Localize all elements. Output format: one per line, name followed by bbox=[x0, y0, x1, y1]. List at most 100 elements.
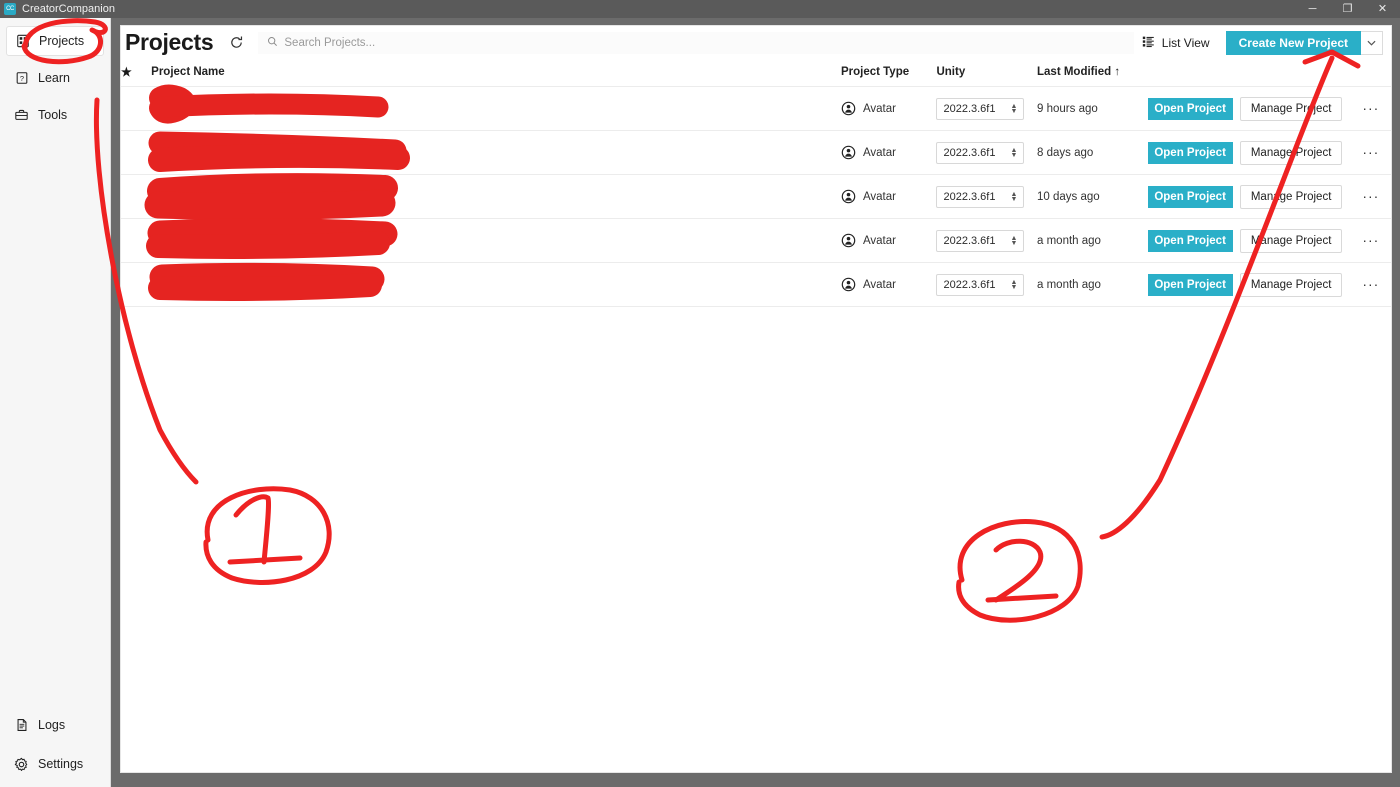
sidebar-item-learn[interactable]: ? Learn bbox=[6, 63, 104, 93]
more-options-cell: ··· bbox=[1350, 130, 1391, 175]
column-header-project-type[interactable]: Project Type bbox=[840, 59, 937, 87]
more-options-icon[interactable]: ··· bbox=[1362, 144, 1379, 160]
favorite-star-cell[interactable] bbox=[121, 218, 152, 263]
unity-version-cell[interactable]: 2022.3.6f1 ▲ ▼ bbox=[936, 218, 1038, 263]
favorite-star-cell[interactable] bbox=[121, 174, 152, 219]
page-title: Projects bbox=[125, 29, 214, 55]
close-button[interactable]: ✕ bbox=[1365, 0, 1400, 18]
manage-project-button[interactable]: Manage Project bbox=[1240, 228, 1343, 253]
document-icon bbox=[14, 718, 29, 733]
search-input[interactable] bbox=[284, 36, 1133, 49]
project-type-cell: Avatar bbox=[840, 86, 937, 131]
last-modified-cell: 10 days ago bbox=[1037, 174, 1148, 219]
window-controls: ─ ❐ ✕ bbox=[1295, 0, 1400, 18]
open-project-cell: Open Project bbox=[1147, 218, 1241, 263]
table-row[interactable]: Avatar 2022.3.6f1 ▲ ▼ a month ago Open Projec… bbox=[121, 262, 1391, 307]
favorite-star-cell[interactable] bbox=[121, 130, 152, 175]
refresh-icon[interactable] bbox=[226, 33, 246, 53]
open-project-button[interactable]: Open Project bbox=[1147, 273, 1233, 296]
favorite-star-cell[interactable] bbox=[121, 86, 152, 131]
unity-version-value: 2022.3.6f1 bbox=[943, 234, 996, 247]
manage-project-button[interactable]: Manage Project bbox=[1240, 184, 1343, 209]
sidebar-item-settings[interactable]: Settings bbox=[6, 749, 104, 779]
last-modified-cell: 8 days ago bbox=[1037, 130, 1148, 175]
unity-version-cell[interactable]: 2022.3.6f1 ▲ ▼ bbox=[936, 262, 1038, 307]
last-modified-cell: a month ago bbox=[1037, 218, 1148, 263]
sidebar-bottom-group: Logs Settings bbox=[0, 702, 110, 779]
column-header-star[interactable]: ★ bbox=[121, 59, 152, 87]
more-options-icon[interactable]: ··· bbox=[1362, 276, 1379, 292]
unity-version-value: 2022.3.6f1 bbox=[943, 190, 996, 203]
more-options-icon[interactable]: ··· bbox=[1362, 188, 1379, 204]
unity-version-select[interactable]: 2022.3.6f1 ▲ ▼ bbox=[936, 97, 1025, 120]
unity-version-select[interactable]: 2022.3.6f1 ▲ ▼ bbox=[936, 185, 1025, 208]
last-modified-cell: 9 hours ago bbox=[1037, 86, 1148, 131]
project-name-cell bbox=[151, 218, 841, 263]
question-box-icon: ? bbox=[14, 71, 29, 86]
unity-version-select[interactable]: 2022.3.6f1 ▲ ▼ bbox=[936, 273, 1025, 296]
manage-project-cell: Manage Project bbox=[1240, 130, 1351, 175]
last-modified-label: Last Modified bbox=[1037, 66, 1112, 78]
open-project-cell: Open Project bbox=[1147, 262, 1241, 307]
application-window: CC CreatorCompanion ─ ❐ ✕ Projects ? Lea… bbox=[0, 0, 1400, 787]
unity-version-cell[interactable]: 2022.3.6f1 ▲ ▼ bbox=[936, 130, 1038, 175]
sidebar-item-tools[interactable]: Tools bbox=[6, 100, 104, 130]
maximize-button[interactable]: ❐ bbox=[1330, 0, 1365, 18]
sidebar-item-label: Tools bbox=[38, 108, 68, 122]
project-type-label: Avatar bbox=[862, 146, 896, 159]
sidebar-item-logs[interactable]: Logs bbox=[6, 710, 104, 740]
open-project-button[interactable]: Open Project bbox=[1147, 141, 1233, 164]
unity-version-cell[interactable]: 2022.3.6f1 ▲ ▼ bbox=[936, 86, 1038, 131]
unity-version-cell[interactable]: 2022.3.6f1 ▲ ▼ bbox=[936, 174, 1038, 219]
open-project-cell: Open Project bbox=[1147, 130, 1241, 175]
unity-version-select[interactable]: 2022.3.6f1 ▲ ▼ bbox=[936, 141, 1025, 164]
manage-project-cell: Manage Project bbox=[1240, 86, 1351, 131]
list-view-button[interactable]: List View bbox=[1134, 31, 1218, 55]
create-new-project-button[interactable]: Create New Project bbox=[1225, 30, 1361, 55]
open-project-button[interactable]: Open Project bbox=[1147, 97, 1233, 120]
open-project-button[interactable]: Open Project bbox=[1147, 185, 1233, 208]
manage-project-cell: Manage Project bbox=[1240, 218, 1351, 263]
projects-table: ★ Project Name Project Type Unity Last M… bbox=[121, 59, 1391, 307]
project-name-cell bbox=[151, 86, 841, 131]
more-options-icon[interactable]: ··· bbox=[1362, 100, 1379, 116]
open-project-button[interactable]: Open Project bbox=[1147, 229, 1233, 252]
minimize-button[interactable]: ─ bbox=[1295, 0, 1330, 18]
project-name-cell bbox=[151, 262, 841, 307]
column-header-open bbox=[1147, 59, 1241, 87]
project-type-label: Avatar bbox=[862, 102, 896, 115]
toolbox-icon bbox=[14, 108, 29, 123]
project-name-cell bbox=[151, 130, 841, 175]
column-header-more bbox=[1350, 59, 1391, 87]
table-row[interactable]: Avatar 2022.3.6f1 ▲ ▼ 9 hours ago Open Projec… bbox=[121, 86, 1391, 131]
manage-project-button[interactable]: Manage Project bbox=[1240, 140, 1343, 165]
star-icon: ★ bbox=[121, 65, 132, 79]
table-row[interactable]: Avatar 2022.3.6f1 ▲ ▼ 8 days ago Open Project… bbox=[121, 130, 1391, 175]
column-header-project-name[interactable]: Project Name bbox=[151, 59, 841, 87]
column-header-manage bbox=[1240, 59, 1351, 87]
avatar-icon bbox=[841, 145, 856, 160]
table-row[interactable]: Avatar 2022.3.6f1 ▲ ▼ a month ago Open Projec… bbox=[121, 218, 1391, 263]
unity-version-select[interactable]: 2022.3.6f1 ▲ ▼ bbox=[936, 229, 1025, 252]
project-type-cell: Avatar bbox=[840, 130, 937, 175]
sidebar-item-projects[interactable]: Projects bbox=[6, 26, 104, 56]
table-row[interactable]: Avatar 2022.3.6f1 ▲ ▼ 10 days ago Open Projec… bbox=[121, 174, 1391, 219]
column-header-last-modified[interactable]: Last Modified ↑ bbox=[1037, 59, 1148, 87]
unity-version-value: 2022.3.6f1 bbox=[943, 146, 996, 159]
chevron-down-icon[interactable] bbox=[1361, 30, 1383, 55]
more-options-icon[interactable]: ··· bbox=[1362, 232, 1379, 248]
column-header-unity[interactable]: Unity bbox=[936, 59, 1038, 87]
table-body: Avatar 2022.3.6f1 ▲ ▼ 9 hours ago Open Projec… bbox=[121, 86, 1391, 307]
open-project-cell: Open Project bbox=[1147, 86, 1241, 131]
favorite-star-cell[interactable] bbox=[121, 262, 152, 307]
stepper-icon: ▲ ▼ bbox=[1010, 234, 1018, 247]
manage-project-button[interactable]: Manage Project bbox=[1240, 272, 1343, 297]
search-field[interactable] bbox=[258, 31, 1134, 54]
stepper-icon: ▲ ▼ bbox=[1010, 190, 1018, 203]
manage-project-button[interactable]: Manage Project bbox=[1240, 96, 1343, 121]
avatar-icon bbox=[841, 189, 856, 204]
search-icon bbox=[267, 34, 278, 52]
gear-icon bbox=[14, 757, 29, 772]
avatar-icon bbox=[841, 101, 856, 116]
stepper-icon: ▲ ▼ bbox=[1010, 146, 1018, 159]
